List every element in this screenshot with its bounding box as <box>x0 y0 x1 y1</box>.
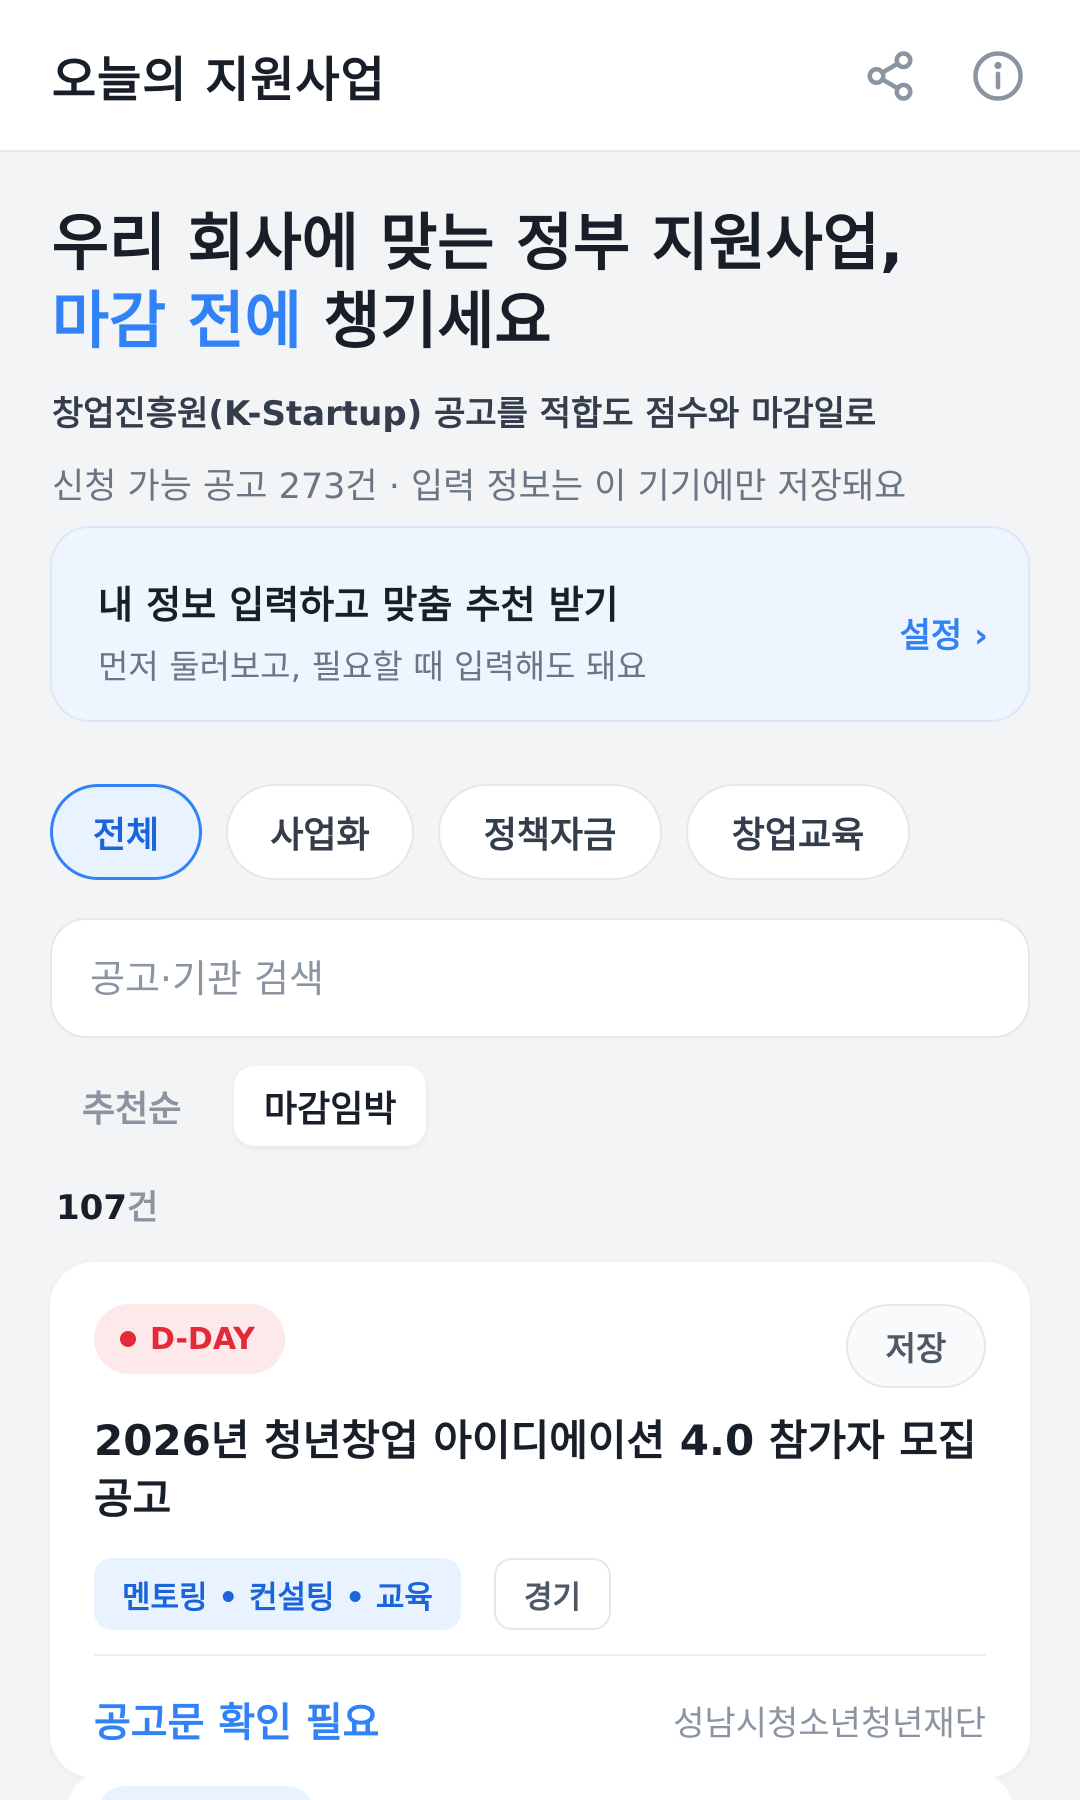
card-divider <box>94 1654 986 1656</box>
hero-headline: 우리 회사에 맞는 정부 지원사업, 마감 전에 챙기세요 <box>52 204 903 360</box>
announcement-status-link[interactable]: 공고문 확인 필요 <box>94 1690 379 1748</box>
sort-tab-deadline[interactable]: 마감임박 <box>234 1066 427 1146</box>
share-icon <box>867 51 913 101</box>
settings-link[interactable]: 설정 › <box>900 608 988 657</box>
hero-line-2: 마감 전에 챙기세요 <box>52 282 903 360</box>
search-box <box>50 918 1030 1038</box>
filter-chip-startup-education[interactable]: 창업교육 <box>686 784 910 880</box>
search-input[interactable] <box>90 948 990 1010</box>
personalize-subtitle: 먼저 둘러보고, 필요할 때 입력해도 돼요 <box>98 647 647 686</box>
hero-line-2-rest: 챙기세요 <box>301 284 552 357</box>
share-button[interactable] <box>858 44 922 108</box>
info-button[interactable] <box>966 44 1030 108</box>
hero-line-1: 우리 회사에 맞는 정부 지원사업, <box>52 206 904 279</box>
deadline-badge-label: D-DAY <box>150 1321 255 1357</box>
announcement-agency: 성남시청소년청년재단 <box>673 1704 986 1744</box>
filter-chip-all[interactable]: 전체 <box>50 784 202 880</box>
result-count: 107건 <box>56 1180 158 1229</box>
sort-tab-recommended[interactable]: 추천순 <box>52 1066 211 1146</box>
result-count-unit: 건 <box>126 1188 159 1228</box>
filter-chip-commercialization[interactable]: 사업화 <box>226 784 414 880</box>
result-count-number: 107 <box>56 1188 127 1228</box>
hero-subtitle: 창업진흥원(K-Startup) 공고를 적합도 점수와 마감일로 <box>52 394 877 434</box>
personalize-card[interactable]: 내 정보 입력하고 맞춤 추천 받기 먼저 둘러보고, 필요할 때 입력해도 돼… <box>50 526 1030 722</box>
info-icon <box>973 51 1023 101</box>
announcement-card-next[interactable] <box>66 1772 1014 1800</box>
deadline-badge-next <box>96 1786 316 1800</box>
tag-region: 경기 <box>494 1558 612 1630</box>
filter-chip-policy-fund[interactable]: 정책자금 <box>438 784 662 880</box>
app-header: 오늘의 지원사업 <box>0 0 1080 152</box>
announcement-title: 2026년 청년창업 아이디에이션 4.0 참가자 모집 공고 <box>94 1416 977 1523</box>
page-title: 오늘의 지원사업 <box>52 52 386 108</box>
hero-accent-text: 마감 전에 <box>52 284 302 357</box>
hero-meta: 신청 가능 공고 273건 · 입력 정보는 이 기기에만 저장돼요 <box>52 467 907 507</box>
save-button[interactable]: 저장 <box>846 1304 986 1388</box>
personalize-title: 내 정보 입력하고 맞춤 추천 받기 <box>98 583 619 627</box>
announcement-card[interactable]: D-DAY 저장 2026년 청년창업 아이디에이션 4.0 참가자 모집 공고… <box>50 1262 1030 1778</box>
app-root: 오늘의 지원사업 우리 회사에 맞는 정부 지원사업, 마감 전에 챙기세요 창… <box>0 0 1080 1800</box>
alert-dot-icon <box>120 1331 136 1347</box>
deadline-badge: D-DAY <box>94 1304 285 1374</box>
tag-support-type: 멘토링 • 컨설팅 • 교육 <box>94 1558 461 1630</box>
